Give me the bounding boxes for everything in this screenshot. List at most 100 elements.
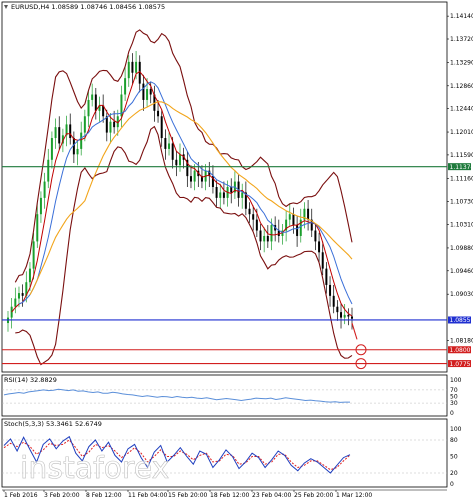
candle-body bbox=[69, 124, 72, 139]
x-tick-label: 23 Feb 04:00 bbox=[252, 492, 292, 499]
stoch-tick-label: 100 bbox=[450, 426, 462, 433]
candle-body bbox=[39, 197, 42, 215]
candle-body bbox=[94, 94, 97, 111]
y-tick-label: 1.09880 bbox=[450, 245, 473, 252]
y-tick-label: 1.11590 bbox=[450, 152, 473, 159]
stoch-tick-label: 50 bbox=[450, 454, 458, 461]
stoch-tick-label: 80 bbox=[450, 437, 458, 444]
y-tick-label: 1.14140 bbox=[450, 13, 473, 20]
candle-body bbox=[266, 235, 269, 242]
chart-terminal: 1.11374 1.08556 1.08009 1.07755 1.14140 1.137… bbox=[0, 0, 473, 500]
y-tick-label: 1.12010 bbox=[450, 129, 473, 136]
candle-body bbox=[17, 293, 20, 299]
candle-body bbox=[171, 143, 174, 160]
stoch-tick-label: 20 bbox=[450, 470, 458, 477]
candle-body bbox=[270, 225, 273, 242]
candle-body bbox=[131, 61, 134, 73]
candle-body bbox=[157, 110, 160, 117]
y-tick-label: 1.08180 bbox=[450, 337, 473, 344]
x-tick-label: 1 Feb 2016 bbox=[4, 492, 38, 499]
candle-body bbox=[58, 127, 61, 144]
candle-body bbox=[263, 235, 266, 242]
candle-body bbox=[83, 116, 86, 133]
candle-body bbox=[164, 138, 167, 149]
rsi-pane-frame bbox=[1, 374, 448, 417]
watermark-logo: instaforex bbox=[20, 451, 169, 486]
candle-body bbox=[288, 214, 291, 220]
level-label-2: 1.08009 bbox=[450, 347, 473, 354]
candle-body bbox=[255, 219, 258, 231]
rsi-header: RSI(14) 32.8829 bbox=[4, 376, 57, 384]
candle-body bbox=[50, 138, 53, 160]
candle-body bbox=[109, 121, 112, 133]
candle-body bbox=[292, 214, 295, 226]
candle-body bbox=[179, 154, 181, 166]
candle-body bbox=[351, 316, 353, 319]
candle-body bbox=[36, 214, 39, 242]
candle-body bbox=[105, 116, 108, 133]
candle-body bbox=[325, 268, 328, 285]
x-tick-label: 1 Mar 12:00 bbox=[336, 492, 372, 499]
candle-body bbox=[124, 78, 127, 95]
candle-body bbox=[215, 187, 218, 198]
candle-body bbox=[10, 306, 13, 318]
candle-body bbox=[241, 192, 244, 198]
level-label-0: 1.11374 bbox=[450, 164, 473, 171]
candle-body bbox=[168, 143, 171, 149]
candle-body bbox=[28, 268, 31, 283]
candle-body bbox=[76, 148, 79, 155]
candle-body bbox=[47, 159, 50, 182]
x-tick-label: 8 Feb 12:00 bbox=[86, 492, 122, 499]
rsi-tick-label: 0 bbox=[450, 410, 454, 417]
candle-body bbox=[259, 230, 262, 242]
candle-body bbox=[32, 241, 35, 269]
candle-body bbox=[43, 181, 46, 198]
candle-body bbox=[332, 295, 335, 307]
candle-body bbox=[14, 298, 17, 307]
candle-body bbox=[307, 208, 310, 220]
candle-body bbox=[193, 170, 196, 182]
candle-body bbox=[340, 312, 343, 318]
candle-body bbox=[189, 176, 192, 182]
x-tick-label: 18 Feb 12:00 bbox=[210, 492, 250, 499]
candle-body bbox=[252, 214, 255, 220]
candle-body bbox=[91, 94, 94, 100]
y-tick-label: 1.12440 bbox=[450, 106, 473, 113]
candle-body bbox=[175, 159, 178, 166]
y-tick-label: 1.13720 bbox=[450, 36, 473, 43]
x-tick-label: 25 Feb 20:00 bbox=[294, 492, 334, 499]
candle-body bbox=[343, 314, 346, 318]
y-tick-label: 1.09030 bbox=[450, 291, 473, 298]
main-pane-frame bbox=[1, 1, 448, 373]
candle-body bbox=[296, 225, 299, 236]
stoch-header: Stoch(5,3,3) 53.3461 52.6749 bbox=[4, 420, 102, 428]
candle-body bbox=[127, 61, 130, 79]
x-tick-label: 11 Feb 04:00 bbox=[128, 492, 168, 499]
candle-body bbox=[219, 192, 222, 198]
candle-body bbox=[314, 230, 317, 242]
symbol-header: EURUSD,H4 1.08589 1.08746 1.08456 1.0857… bbox=[11, 3, 165, 11]
rsi-tick-label: 30 bbox=[450, 400, 458, 407]
candle-body bbox=[21, 293, 24, 296]
candle-body bbox=[149, 89, 152, 95]
price-chart[interactable]: 1.11374 1.08556 1.08009 1.07755 1.14140 1.137… bbox=[0, 0, 473, 500]
x-tick-label: 15 Feb 20:00 bbox=[168, 492, 208, 499]
y-tick-label: 1.10310 bbox=[450, 222, 473, 229]
candle-body bbox=[80, 132, 83, 149]
level-label-1: 1.08556 bbox=[450, 317, 473, 324]
candle-body bbox=[230, 187, 233, 193]
candle-body bbox=[160, 116, 163, 139]
y-tick-label: 1.10730 bbox=[450, 199, 473, 206]
candle-body bbox=[321, 252, 324, 269]
candle-body bbox=[113, 121, 116, 128]
candle-body bbox=[135, 61, 138, 73]
candle-body bbox=[329, 284, 332, 296]
candle-body bbox=[248, 208, 251, 215]
y-tick-label: 1.09460 bbox=[450, 268, 473, 275]
y-tick-label: 1.11160 bbox=[450, 175, 473, 182]
candle-body bbox=[146, 89, 149, 100]
candle-body bbox=[87, 99, 90, 117]
stoch-tick-label: 0 bbox=[450, 481, 454, 488]
candle-body bbox=[54, 127, 57, 139]
level-label-3: 1.07755 bbox=[450, 361, 473, 368]
